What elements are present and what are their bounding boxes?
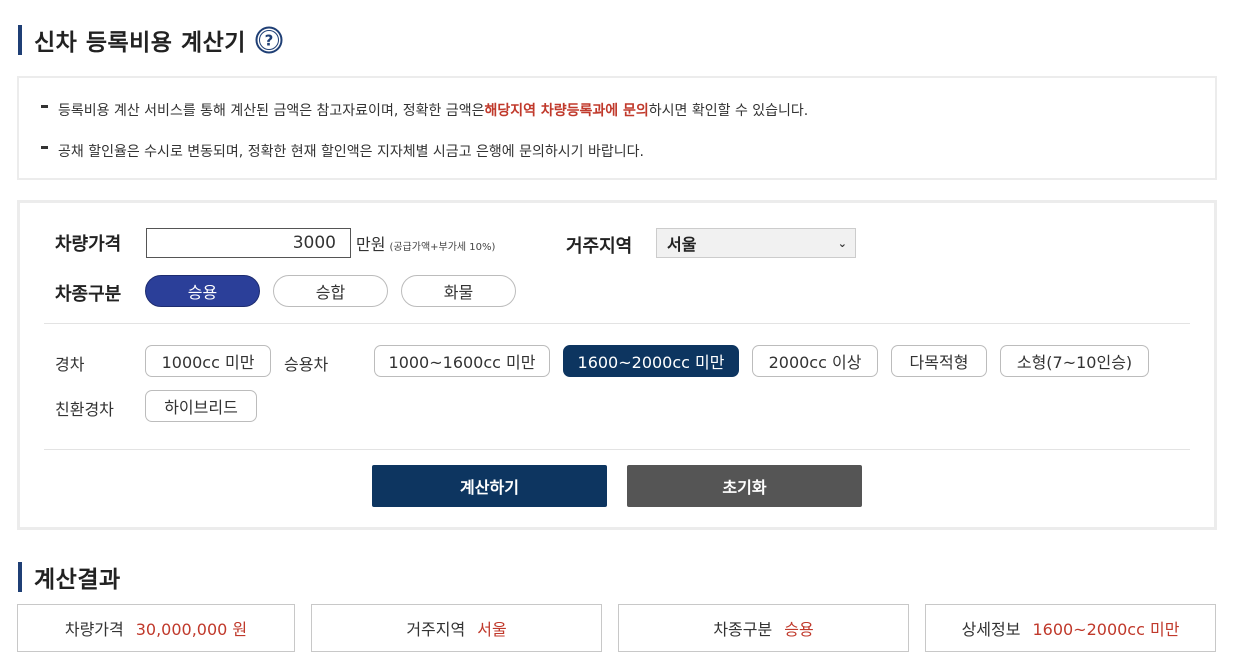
page-header: 신차 등록비용 계산기 ? [18,25,283,56]
svg-text:?: ? [265,32,274,50]
price-label: 차량가격 [55,234,122,255]
chevron-down-icon: ⌄ [837,236,847,250]
region-select[interactable]: 서울 ⌄ [656,228,856,258]
result-value: 1600~2000cc 미만 [1032,620,1180,639]
result-value: 서울 [477,620,507,639]
result-value: 승용 [784,620,814,639]
calculate-button[interactable]: 계산하기 [372,465,607,507]
bullet-dash-icon [41,104,48,108]
notice-line-2: 공채 할인율은 수시로 변동되며, 정확한 현재 할인액은 지자체별 시금고 은… [41,141,644,161]
result-label: 상세정보 [961,620,1021,639]
option-1000-1600cc[interactable]: 1000~1600cc 미만 [374,345,550,377]
price-unit-text: 만원 [356,235,386,254]
option-small-7-10[interactable]: 소형(7~10인승) [1000,345,1149,377]
passenger-car-label: 승용차 [284,355,329,374]
option-1600-2000cc[interactable]: 1600~2000cc 미만 [563,345,739,377]
title-bar-accent [18,25,22,55]
type-pill-passenger[interactable]: 승용 [145,275,260,307]
result-item-detail: 상세정보 1600~2000cc 미만 [925,604,1216,652]
type-pill-van[interactable]: 승합 [273,275,388,307]
title-bar-accent [18,562,22,592]
type-label: 차종구분 [55,284,122,305]
option-hybrid[interactable]: 하이브리드 [145,390,257,422]
price-unit: 만원 (공급가액+부가세 10%) [356,231,495,255]
notice-box: 등록비용 계산 서비스를 통해 계산된 금액은 참고자료이며, 정확한 금액은 … [17,76,1217,180]
bullet-dash-icon [41,145,48,149]
notice-text: 공채 할인율은 수시로 변동되며, 정확한 현재 할인액은 지자체별 시금고 은… [58,144,644,160]
price-note: (공급가액+부가세 10%) [389,242,496,253]
result-value: 30,000,000 원 [135,620,248,639]
type-pill-truck[interactable]: 화물 [401,275,516,307]
eco-car-label: 친환경차 [55,400,114,419]
result-item-type: 차종구분 승용 [618,604,909,652]
result-title: 계산결과 [34,567,121,593]
result-label: 차량가격 [64,620,124,639]
notice-text: 등록비용 계산 서비스를 통해 계산된 금액은 참고자료이며, 정확한 금액은 [58,103,485,119]
option-1000cc-under[interactable]: 1000cc 미만 [145,345,271,377]
reset-button[interactable]: 초기화 [627,465,862,507]
notice-line-1: 등록비용 계산 서비스를 통해 계산된 금액은 참고자료이며, 정확한 금액은 … [41,100,808,120]
region-label: 거주지역 [566,236,633,257]
light-car-label: 경차 [55,355,85,374]
result-header: 계산결과 [18,562,121,593]
price-input[interactable] [146,228,351,258]
help-icon[interactable]: ? [255,26,283,54]
result-label: 차종구분 [713,620,773,639]
option-2000cc-over[interactable]: 2000cc 이상 [752,345,878,377]
notice-highlight: 해당지역 차량등록과에 문의 [484,103,649,119]
calculator-form: 차량가격 만원(공급가액+부가세 10%) 거주지역 서울 ⌄ 차종구분 승용 … [17,200,1217,530]
option-multipurpose[interactable]: 다목적형 [891,345,987,377]
region-selected-value: 서울 [667,235,697,254]
form-divider [44,323,1190,324]
result-item-region: 거주지역 서울 [311,604,602,652]
result-item-price: 차량가격 30,000,000 원 [17,604,295,652]
notice-text: 하시면 확인할 수 있습니다. [648,103,809,119]
form-divider [44,449,1190,450]
page-title: 신차 등록비용 계산기 [34,30,246,56]
result-label: 거주지역 [406,620,466,639]
